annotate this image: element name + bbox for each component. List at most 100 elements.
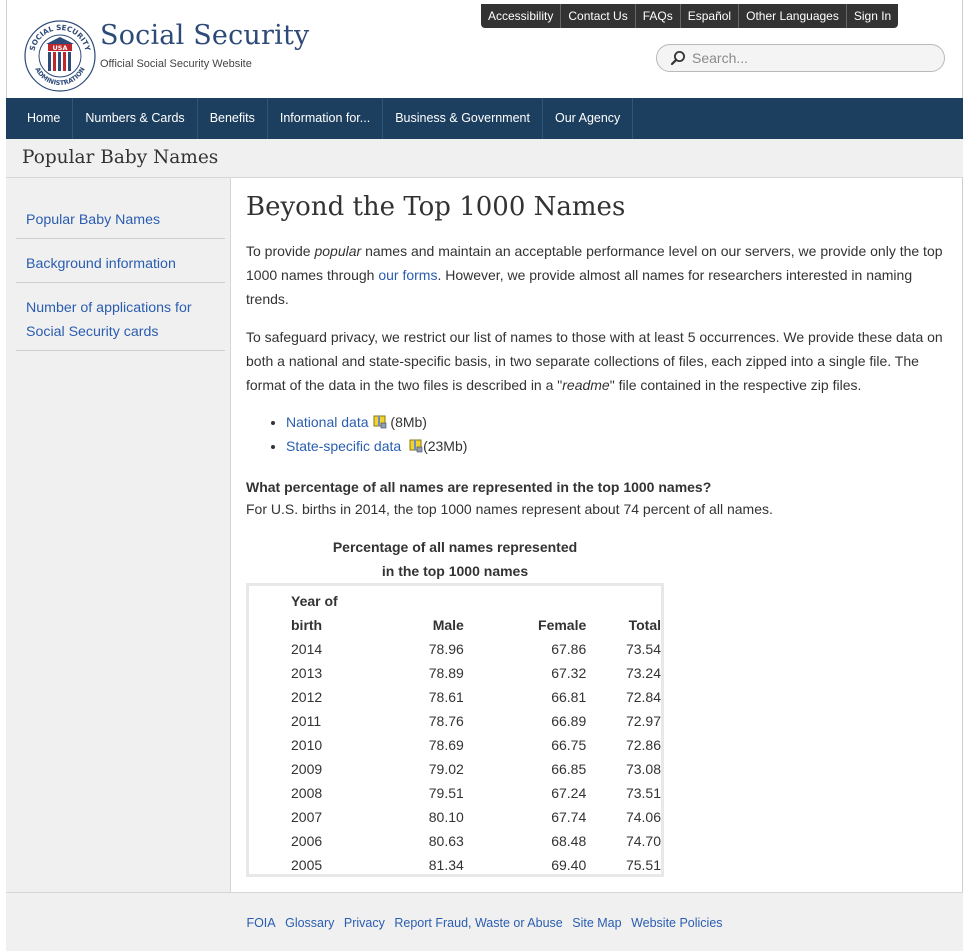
- cell-year: 2010: [291, 737, 323, 753]
- footer-link-privacy[interactable]: Privacy: [344, 916, 385, 930]
- sidebar-item-number-of-applications: Number of applications for Social Securi…: [16, 283, 225, 351]
- sidebar: Popular Baby Names Background informatio…: [6, 178, 231, 892]
- utility-link-other-languages[interactable]: Other Languages: [739, 4, 847, 28]
- cell-year: 2007: [291, 809, 323, 825]
- header-female: Female: [538, 617, 587, 633]
- cell-year: 2011: [291, 713, 322, 729]
- table-row: 2008 79.51 67.24 73.51: [249, 781, 661, 805]
- nav-item-benefits[interactable]: Benefits: [198, 98, 268, 139]
- utility-link-contact-us[interactable]: Contact Us: [561, 4, 636, 28]
- nav-item-business-government[interactable]: Business & Government: [383, 98, 543, 139]
- cell-year: 2009: [291, 761, 323, 777]
- ssa-seal-logo[interactable]: SOCIAL SECURITY ADMINISTRATION USA: [24, 20, 96, 92]
- page-title: Beyond the Top 1000 Names: [246, 192, 626, 222]
- cell-total: 73.51: [625, 785, 661, 801]
- zip-file-icon[interactable]: [373, 415, 387, 429]
- state-data-size: (23Mb): [423, 438, 468, 454]
- cell-male: 78.61: [428, 689, 464, 705]
- table-row: 2013 78.89 67.32 73.24: [249, 661, 661, 685]
- footer-link-website-policies[interactable]: Website Policies: [631, 916, 722, 930]
- utility-link-sign-in[interactable]: Sign In: [847, 4, 898, 28]
- utility-link-faqs[interactable]: FAQs: [636, 4, 681, 28]
- site-brand-name[interactable]: Social Security: [100, 20, 309, 51]
- cell-year: 2005: [291, 857, 323, 873]
- footer-link-glossary[interactable]: Glossary: [285, 916, 334, 930]
- cell-male: 78.76: [428, 713, 464, 729]
- table-caption-line1: Percentage of all names represented: [332, 539, 578, 555]
- cell-female: 67.74: [551, 809, 587, 825]
- table-row: 2006 80.63 68.48 74.70: [249, 829, 661, 853]
- site-tagline: Official Social Security Website: [100, 58, 252, 70]
- nav-item-numbers-cards[interactable]: Numbers & Cards: [73, 98, 198, 139]
- search-box: [656, 44, 945, 72]
- cell-female: 66.75: [551, 737, 587, 753]
- state-data-link[interactable]: State-specific data: [286, 438, 401, 454]
- cell-year: 2013: [291, 665, 323, 681]
- cell-male: 78.69: [428, 737, 464, 753]
- site-header: SOCIAL SECURITY ADMINISTRATION USA Socia…: [6, 0, 963, 98]
- cell-total: 73.54: [625, 641, 661, 657]
- cell-female: 68.48: [551, 833, 587, 849]
- utility-link-espanol[interactable]: Español: [681, 4, 740, 28]
- sidebar-link-popular-baby-names[interactable]: Popular Baby Names: [26, 212, 160, 228]
- faq-answer: For U.S. births in 2014, the top 1000 na…: [246, 501, 773, 517]
- cell-total: 74.06: [625, 809, 661, 825]
- header-total: Total: [628, 617, 661, 633]
- cell-male: 81.34: [428, 857, 464, 873]
- cell-year: 2012: [291, 689, 323, 705]
- cell-year: 2008: [291, 785, 323, 801]
- cell-female: 67.24: [551, 785, 587, 801]
- nav-item-home[interactable]: Home: [6, 98, 74, 139]
- cell-male: 78.89: [428, 665, 464, 681]
- cell-year: 2014: [291, 641, 323, 657]
- faq-question: What percentage of all names are represe…: [246, 479, 712, 495]
- national-data-link[interactable]: National data: [286, 414, 369, 430]
- utility-link-accessibility[interactable]: Accessibility: [481, 4, 562, 28]
- list-item: National data (8Mb): [286, 410, 646, 434]
- cell-male: 80.10: [428, 809, 464, 825]
- section-title: Popular Baby Names: [22, 147, 219, 168]
- table-caption: Percentage of all names represented in t…: [246, 535, 664, 583]
- cell-total: 73.24: [625, 665, 661, 681]
- sidebar-menu: Popular Baby Names Background informatio…: [16, 203, 225, 351]
- cell-total: 72.84: [625, 689, 661, 705]
- cell-total: 72.97: [625, 713, 661, 729]
- sidebar-link-number-of-applications[interactable]: Number of applications for Social Securi…: [26, 300, 192, 340]
- site-footer: FOIA Glossary Privacy Report Fraud, Wast…: [6, 892, 963, 951]
- table-row: 2012 78.61 66.81 72.84: [249, 685, 661, 709]
- table-body: 2014 78.96 67.86 73.54 2013 78.89 67.32 73.24 20…: [249, 637, 661, 877]
- cell-male: 80.63: [428, 833, 464, 849]
- main-nav: Home Numbers & Cards Benefits Informatio…: [6, 98, 963, 139]
- percentage-table-box: Year of birth Male Female Total 2014 78.96…: [246, 583, 664, 877]
- table-row: 2011 78.76 66.89 72.97: [249, 709, 661, 733]
- cell-female: 69.40: [551, 857, 587, 873]
- sidebar-link-background-information[interactable]: Background information: [26, 256, 176, 272]
- our-forms-link[interactable]: our forms: [378, 267, 437, 283]
- cell-female: 67.86: [551, 641, 587, 657]
- sidebar-item-popular-baby-names: Popular Baby Names: [16, 203, 225, 239]
- footer-links: FOIA Glossary Privacy Report Fraud, Wast…: [6, 916, 963, 930]
- footer-link-report-fraud[interactable]: Report Fraud, Waste or Abuse: [394, 916, 562, 930]
- cell-male: 78.96: [428, 641, 464, 657]
- search-icon[interactable]: [670, 50, 686, 66]
- sidebar-item-background-information: Background information: [16, 239, 225, 283]
- table-header-row: Year of birth Male Female Total: [249, 589, 661, 637]
- intro-paragraph: To provide popular names and maintain an…: [246, 243, 943, 307]
- footer-link-site-map[interactable]: Site Map: [572, 916, 621, 930]
- svg-text:USA: USA: [53, 44, 68, 52]
- nav-item-our-agency[interactable]: Our Agency: [543, 98, 634, 139]
- footer-link-foia[interactable]: FOIA: [246, 916, 275, 930]
- nav-item-information-for[interactable]: Information for...: [268, 98, 384, 139]
- header-year: Year of birth: [291, 593, 338, 633]
- cell-male: 79.02: [428, 761, 464, 777]
- header-male: Male: [432, 617, 464, 633]
- cell-female: 67.32: [551, 665, 587, 681]
- search-input[interactable]: [690, 49, 934, 67]
- section-title-bar: Popular Baby Names: [6, 139, 963, 178]
- percentage-table: Year of birth Male Female Total 2014 78.96…: [249, 589, 661, 877]
- table-row: 2007 80.10 67.74 74.06: [249, 805, 661, 829]
- cell-total: 73.08: [625, 761, 661, 777]
- cell-male: 79.51: [428, 785, 464, 801]
- national-data-size: (8Mb): [390, 414, 427, 430]
- zip-file-icon[interactable]: [409, 439, 423, 453]
